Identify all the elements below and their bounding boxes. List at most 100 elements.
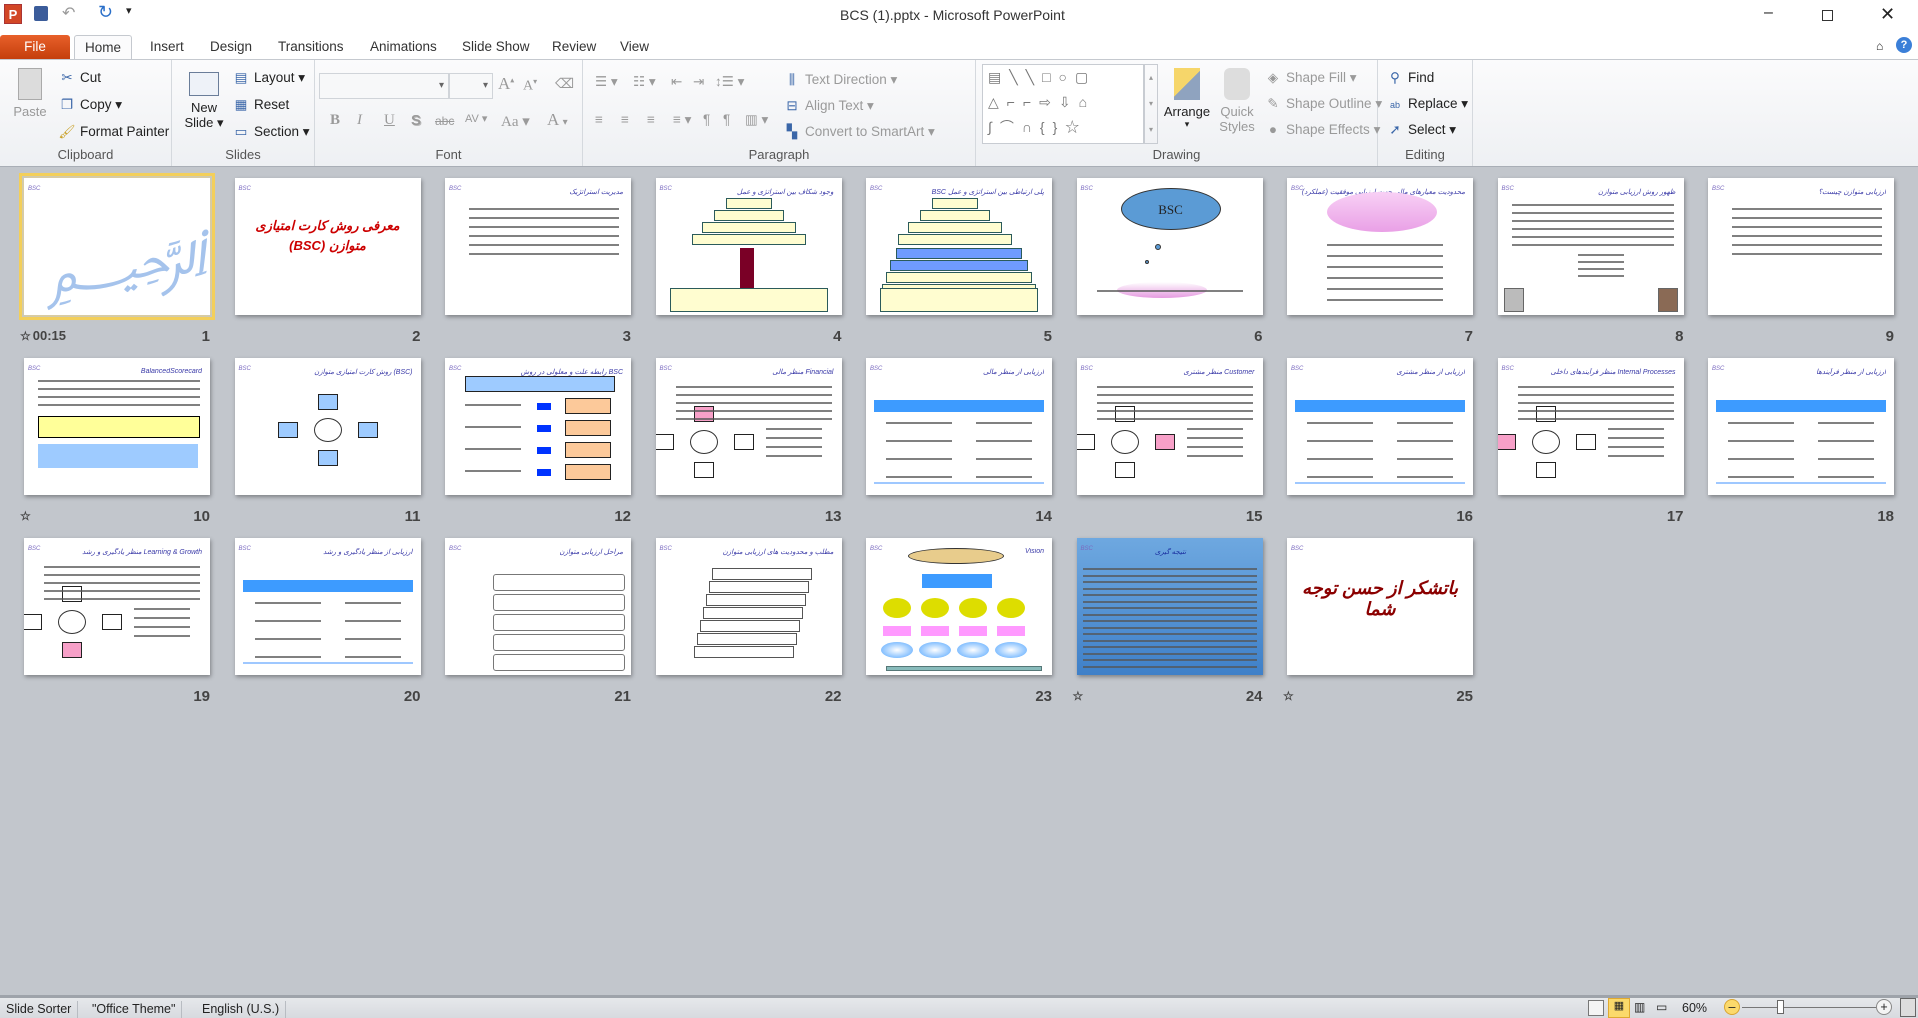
format-painter-button[interactable]: 🖌 Format Painter (58, 124, 169, 140)
slide-thumbnail[interactable]: BSC روش کارت امتیازی متوازن (BSC) (234, 358, 421, 495)
copy-button[interactable]: ❐ Copy ▾ (58, 97, 122, 113)
tab-home[interactable]: Home (74, 35, 133, 60)
zoom-out-button[interactable]: – (1724, 999, 1740, 1015)
change-case-button[interactable]: Aa ▾ (501, 112, 530, 131)
slide-thumbnail[interactable]: BSC ارزیابی متوازن چیست؟ (1708, 178, 1894, 315)
zoom-in-button[interactable]: + (1876, 999, 1892, 1015)
customize-quick-access-icon[interactable]: ▾ (126, 4, 132, 17)
tab-view[interactable]: View (610, 35, 659, 60)
slide-thumbnail[interactable]: BSC رابطه علت و معلولی در روش BSC (445, 358, 631, 495)
ltr-button[interactable]: ¶ (723, 112, 730, 127)
tab-insert[interactable]: Insert (140, 35, 194, 60)
reading-view-button[interactable]: ▥ (1634, 1000, 1645, 1014)
bold-button[interactable]: B (330, 112, 340, 129)
tab-design[interactable]: Design (200, 35, 262, 60)
quick-styles-button[interactable]: Quick Styles (1214, 68, 1260, 134)
slide-thumbnail[interactable]: BSC Vision (866, 538, 1052, 675)
slide-thumbnail[interactable]: BSC نتیجه گیری (1076, 538, 1263, 675)
justify-button[interactable]: ≡ ▾ (673, 112, 691, 128)
increase-indent-button[interactable]: ⇥ (693, 74, 704, 90)
tab-transitions[interactable]: Transitions (268, 35, 354, 60)
layout-button[interactable]: ▤ Layout ▾ (232, 70, 305, 86)
gallery-scroll[interactable]: ▴ ▾ ▾ (1144, 64, 1158, 144)
slide-thumbnail[interactable]: BSC معرفی روش کارت امتیازی متوازن (BSC) (234, 178, 421, 315)
slide-sorter-view-button[interactable]: ▦ (1608, 998, 1630, 1018)
clear-formatting-icon[interactable]: ⌫ (555, 76, 574, 92)
align-center-button[interactable]: ≡ (621, 112, 629, 127)
help-icon[interactable]: ? (1896, 37, 1912, 53)
slide-thumbnail[interactable]: BSC BalancedScorecard (24, 358, 210, 495)
tab-slide-show[interactable]: Slide Show (452, 35, 540, 60)
shapes-gallery[interactable]: ▤╲╲□○▢ △⌐⌐⇨⇩⌂ ∫⌒∩{}☆ (982, 64, 1144, 144)
italic-button[interactable]: I (357, 112, 362, 129)
shadow-button[interactable]: S (411, 112, 421, 129)
reset-button[interactable]: ▦ Reset (232, 97, 290, 113)
replace-button[interactable]: ab Replace ▾ (1386, 96, 1468, 112)
minimize-button[interactable]: – (1764, 4, 1773, 22)
slide-transition-badge[interactable]: ☆ (1283, 688, 1296, 703)
shrink-font-button[interactable]: A▾ (523, 77, 537, 95)
section-button[interactable]: ▭ Section ▾ (232, 124, 310, 140)
convert-smartart-button[interactable]: ▚ Convert to SmartArt ▾ (783, 124, 935, 140)
align-left-button[interactable]: ≡ (595, 112, 603, 127)
select-button[interactable]: ➚ Select ▾ (1386, 122, 1456, 138)
slide-thumbnail[interactable]: BSC منظر فرآیندهای داخلی Internal Process… (1497, 358, 1684, 495)
slide-thumbnail[interactable]: BSC ارزیابی از منظر فرآیندها (1708, 358, 1894, 495)
slide-thumbnail[interactable]: BSC ظهور روش ارزیابی متوازن (1497, 178, 1684, 315)
fit-to-window-button[interactable] (1900, 998, 1916, 1017)
slide-transition-badge[interactable]: ☆ (1073, 688, 1086, 703)
slide-thumbnail[interactable]: BSC ارزیابی از منظر مشتری (1287, 358, 1473, 495)
grow-font-button[interactable]: A▴ (498, 74, 514, 94)
shape-outline-button[interactable]: ✎ Shape Outline ▾ (1264, 96, 1382, 112)
bullets-button[interactable]: ☰ ▾ (595, 74, 618, 90)
align-right-button[interactable]: ≡ (647, 112, 655, 127)
new-slide-button[interactable]: New Slide ▾ (182, 66, 226, 131)
redo-icon[interactable]: ↻ (98, 2, 113, 23)
undo-icon[interactable]: ↶ (62, 3, 75, 23)
slide-thumbnail[interactable]: BSC منظر یادگیری و رشد Learning & Growth (24, 538, 210, 675)
slide-show-button[interactable]: ▭ (1656, 1000, 1667, 1014)
arrange-button[interactable]: Arrange ▾ (1162, 68, 1212, 130)
tab-animations[interactable]: Animations (360, 35, 447, 60)
slide-thumbnail[interactable]: BSC BSC پلی ارتباطی بین استراتژی و عمل (866, 178, 1052, 315)
strikethrough-button[interactable]: abc (435, 114, 454, 128)
restore-button[interactable] (1822, 10, 1833, 21)
cut-button[interactable]: ✂ Cut (58, 70, 101, 86)
line-spacing-button[interactable]: ↕☰ ▾ (715, 74, 744, 90)
numbering-button[interactable]: ☷ ▾ (633, 74, 656, 90)
tab-file[interactable]: File (0, 35, 70, 60)
slide-thumbnail[interactable]: BSC وجود شکاف بین استراتژی و عمل (655, 178, 842, 315)
find-button[interactable]: ⚲ Find (1386, 70, 1434, 86)
close-button[interactable]: ✕ (1880, 4, 1895, 25)
decrease-indent-button[interactable]: ⇤ (671, 74, 682, 90)
align-text-button[interactable]: ⊟ Align Text ▾ (783, 98, 873, 114)
zoom-level[interactable]: 60% (1682, 1001, 1707, 1015)
columns-button[interactable]: ▥ ▾ (745, 112, 768, 128)
slide-thumbnail[interactable]: BSC ارزیابی از منظر یادگیری و رشد (234, 538, 421, 675)
slide-thumbnail[interactable]: BSC مراحل ارزیابی متوازن (445, 538, 631, 675)
save-icon[interactable] (34, 6, 48, 21)
character-spacing-button[interactable]: AV ▾ (465, 112, 487, 125)
zoom-slider-thumb[interactable] (1777, 1000, 1785, 1014)
text-direction-button[interactable]: ⫼ Text Direction ▾ (783, 72, 897, 88)
minimize-ribbon-icon[interactable]: ⌂ (1876, 39, 1883, 53)
font-size-dropdown[interactable]: ▾ (449, 73, 493, 99)
shape-effects-button[interactable]: ● Shape Effects ▾ (1264, 122, 1380, 138)
slide-transition-badge[interactable]: ☆ 00:15 (20, 328, 66, 343)
font-color-button[interactable]: A ▾ (547, 110, 568, 130)
tab-review[interactable]: Review (542, 35, 606, 60)
powerpoint-app-icon[interactable]: P (4, 4, 22, 24)
font-name-dropdown[interactable]: ▾ (319, 73, 449, 99)
zoom-slider-track[interactable] (1742, 1007, 1876, 1008)
slide-transition-badge[interactable]: ☆ (20, 508, 33, 523)
language-indicator[interactable]: English (U.S.) (196, 1001, 287, 1018)
slide-thumbnail[interactable]: BSC ارزیابی از منظر مالی (866, 358, 1052, 495)
underline-button[interactable]: U (384, 112, 395, 129)
theme-indicator[interactable]: "Office Theme" (86, 1001, 183, 1018)
slide-thumbnail[interactable]: BSC مطلب و محدودیت های ارزیابی متوازن (655, 538, 842, 675)
shape-fill-button[interactable]: ◈ Shape Fill ▾ (1264, 70, 1357, 86)
rtl-button[interactable]: ¶ (703, 112, 710, 127)
slide-thumbnail[interactable]: BSC مدیریت استراتژیک (445, 178, 631, 315)
normal-view-button[interactable] (1588, 1000, 1604, 1016)
slide-thumbnail[interactable]: BSC منظر مشتری Customer (1076, 358, 1263, 495)
